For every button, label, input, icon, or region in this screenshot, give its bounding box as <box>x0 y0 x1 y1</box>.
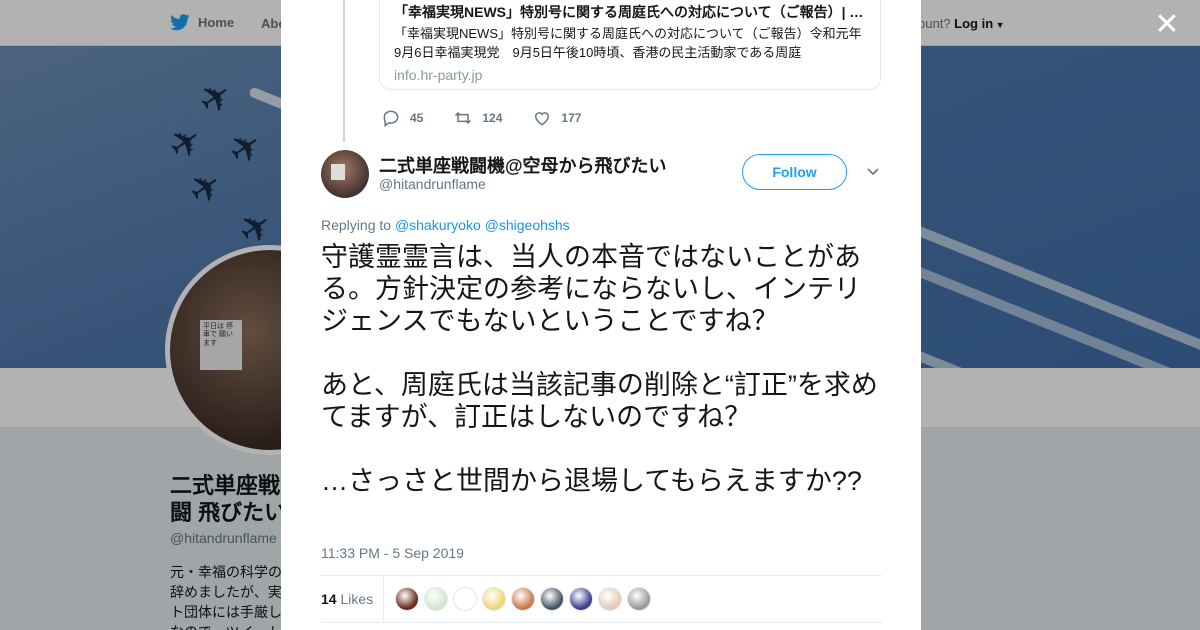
liker-avatar[interactable] <box>453 587 477 611</box>
reply-icon <box>383 110 399 127</box>
follow-button[interactable]: Follow <box>742 154 847 190</box>
likes-label: Likes <box>340 591 374 607</box>
liker-avatar[interactable] <box>482 587 506 611</box>
tweet-stats: 14 Likes <box>321 575 882 623</box>
retweet-icon <box>455 111 472 125</box>
chevron-down-icon[interactable] <box>865 163 881 179</box>
retweet-button[interactable]: 124 <box>453 108 502 128</box>
liker-avatars <box>395 587 651 611</box>
link-preview-card[interactable]: 「幸福実現NEWS」特別号に関する周庭氏への対応について（ご報告）| … 「幸福… <box>379 0 881 90</box>
author-avatar[interactable] <box>321 150 369 198</box>
thread-connector-line <box>343 0 345 142</box>
close-icon[interactable]: ✕ <box>1152 10 1182 40</box>
reply-count: 45 <box>410 111 424 125</box>
card-domain: info.hr-party.jp <box>394 67 483 83</box>
tweet-paragraph: あと、周庭氏は当該記事の削除と“訂正”を求めてますが、訂正はしないのですね？ <box>321 370 878 432</box>
tweet-permalink-modal: 「幸福実現NEWS」特別号に関する周庭氏への対応について（ご報告）| … 「幸福… <box>281 0 921 630</box>
likes-count: 14 <box>321 591 337 607</box>
card-title: 「幸福実現NEWS」特別号に関する周庭氏への対応について（ご報告）| … <box>394 4 864 20</box>
author-handle[interactable]: @hitandrunflame <box>379 176 486 192</box>
mention-link[interactable]: @shakuryoko <box>395 217 481 233</box>
tweet-paragraph: 守護霊霊言は、当人の本音ではないことがある。方針決定の参考にならないし、インテリ… <box>321 242 861 336</box>
author-name[interactable]: 二式単座戦闘機@空母から飛びたい <box>379 152 667 178</box>
heart-icon <box>535 112 550 126</box>
liker-avatar[interactable] <box>598 587 622 611</box>
replying-to: Replying to @shakuryoko @shigeohshs <box>321 217 570 233</box>
replying-prefix: Replying to <box>321 217 392 233</box>
tweet-text: 守護霊霊言は、当人の本音ではないことがある。方針決定の参考にならないし、インテリ… <box>321 241 883 529</box>
tweet-timestamp[interactable]: 11:33 PM - 5 Sep 2019 <box>321 545 464 561</box>
liker-avatar[interactable] <box>569 587 593 611</box>
parent-tweet-actions: 45 124 177 <box>381 108 611 128</box>
stats-divider <box>383 576 384 623</box>
liker-avatar[interactable] <box>424 587 448 611</box>
reply-button[interactable]: 45 <box>381 108 423 128</box>
likes-stat[interactable]: 14 Likes <box>321 591 373 607</box>
tweet-paragraph: …さっさと世間から退場してもらえますか?? <box>321 466 862 496</box>
liker-avatar[interactable] <box>540 587 564 611</box>
liker-avatar[interactable] <box>627 587 651 611</box>
avatar-sign-picture <box>331 164 345 180</box>
like-count: 177 <box>561 111 582 125</box>
retweet-count: 124 <box>482 111 503 125</box>
mention-link[interactable]: @shigeohshs <box>485 217 570 233</box>
liker-avatar[interactable] <box>511 587 535 611</box>
liker-avatar[interactable] <box>395 587 419 611</box>
card-description: 「幸福実現NEWS」特別号に関する周庭氏への対応について（ご報告）令和元年9月6… <box>394 26 862 60</box>
like-button[interactable]: 177 <box>532 108 581 128</box>
